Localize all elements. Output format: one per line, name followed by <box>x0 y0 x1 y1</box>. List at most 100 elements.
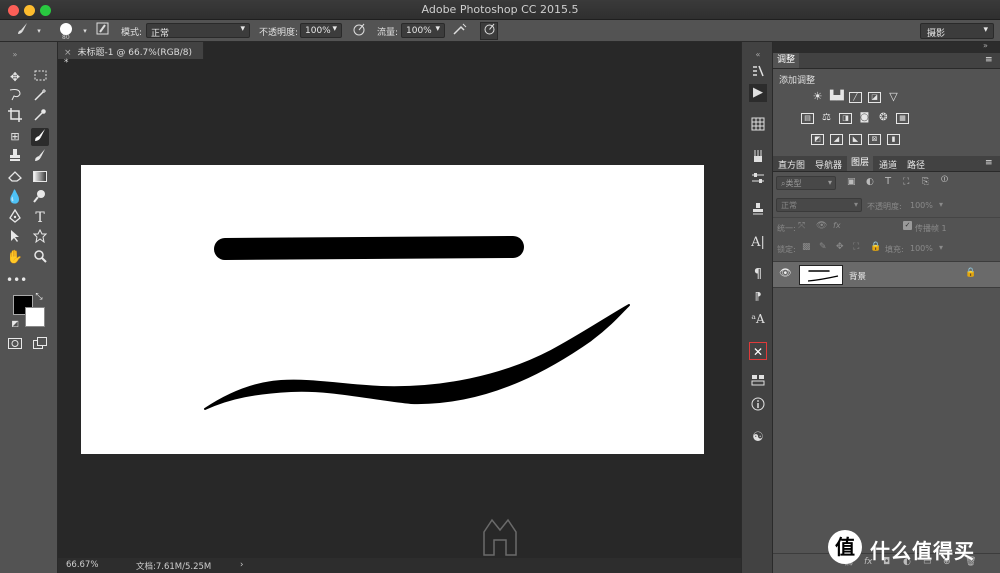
airbrush-icon[interactable] <box>451 22 469 40</box>
unify-position-icon[interactable]: ⤧ <box>798 221 805 231</box>
invert-icon[interactable]: ◩ <box>811 134 824 145</box>
selective-color-icon[interactable]: ⊠ <box>868 134 881 145</box>
swap-colors-icon[interactable]: ⤡ <box>34 292 44 302</box>
dodge-tool-icon[interactable] <box>31 189 49 207</box>
lock-transparent-icon[interactable]: ▩ <box>802 242 811 252</box>
hue-saturation-icon[interactable]: ▤ <box>801 113 814 124</box>
brightness-contrast-icon[interactable]: ☀ <box>811 91 824 103</box>
grid-panel-icon[interactable] <box>749 117 767 135</box>
threshold-icon[interactable]: ◣ <box>849 134 862 145</box>
crop-tool-icon[interactable] <box>6 108 24 126</box>
close-tab-icon[interactable]: × <box>64 48 72 58</box>
brushes-panel-icon[interactable] <box>749 149 767 167</box>
screen-mode-icon[interactable] <box>31 336 49 354</box>
mode-select[interactable]: 正常 ▾ <box>146 23 250 39</box>
background-color-swatch[interactable] <box>25 307 45 327</box>
properties-panel-icon[interactable] <box>749 373 767 391</box>
more-tools-icon[interactable]: ••• <box>6 271 27 289</box>
chevron-down-icon[interactable]: ▾ <box>30 22 48 40</box>
workspace-select[interactable]: 摄影 ▾ <box>920 23 994 39</box>
tab-navigator[interactable]: 导航器 <box>815 158 842 171</box>
marquee-tool-icon[interactable] <box>31 68 49 86</box>
pen-tool-icon[interactable] <box>6 208 24 227</box>
paragraph-panel-icon[interactable]: ¶ <box>749 266 767 284</box>
magic-wand-tool-icon[interactable] <box>31 88 49 106</box>
color-lookup-icon[interactable]: ▦ <box>896 113 909 124</box>
custom-shape-tool-icon[interactable] <box>31 228 49 247</box>
filter-type-icon[interactable]: T <box>885 176 891 187</box>
filter-toggle-icon[interactable]: ⏼ <box>941 175 948 185</box>
flow-input[interactable]: 100% ▾ <box>401 23 445 38</box>
healing-brush-tool-icon[interactable]: ⊞ <box>6 128 24 146</box>
info-panel-icon[interactable] <box>749 397 767 415</box>
blend-mode-select[interactable]: 正常 ▾ <box>776 198 862 212</box>
chevron-down-icon[interactable]: ▾ <box>939 200 943 209</box>
color-balance-icon[interactable]: ⚖ <box>820 113 833 124</box>
tab-histogram[interactable]: 直方图 <box>778 158 805 171</box>
history-panel-icon[interactable] <box>749 64 767 82</box>
tab-paths[interactable]: 路径 <box>907 158 925 171</box>
move-tool-icon[interactable]: ✥ <box>6 68 24 86</box>
eye-visibility-icon[interactable]: 👁 <box>779 268 792 279</box>
gradient-tool-icon[interactable] <box>31 169 49 187</box>
gradient-map-icon[interactable]: ▮ <box>887 134 900 145</box>
layer-opacity-value[interactable]: 100% <box>910 201 933 210</box>
propagate-checkbox[interactable]: ✓ <box>903 221 912 230</box>
history-brush-tool-icon[interactable] <box>31 148 49 166</box>
filter-pixel-icon[interactable]: ▣ <box>847 177 856 187</box>
tab-layers[interactable]: 图层 <box>847 156 874 171</box>
collapse-panels-icon[interactable]: » <box>983 41 988 50</box>
black-white-icon[interactable]: ◨ <box>839 113 852 124</box>
unify-style-icon[interactable]: fx <box>833 221 841 230</box>
character-panel-icon[interactable]: A| <box>749 234 767 252</box>
curves-icon[interactable]: ╱ <box>849 92 862 103</box>
paragraph-styles-icon[interactable]: ⁋ <box>749 288 767 306</box>
collapse-toolbox-icon[interactable]: » <box>6 46 24 64</box>
layer-row[interactable]: 👁 背景 🔒 <box>773 261 1000 288</box>
eraser-tool-icon[interactable] <box>6 169 24 187</box>
filter-shape-icon[interactable]: ⛶ <box>903 177 909 187</box>
clone-stamp-tool-icon[interactable] <box>6 148 24 166</box>
default-colors-icon[interactable]: ◩ <box>10 319 20 329</box>
chevron-down-icon[interactable]: ▾ <box>76 22 94 40</box>
chevron-down-icon[interactable]: ▾ <box>939 243 943 252</box>
filter-adjustment-icon[interactable]: ◐ <box>866 177 874 187</box>
blur-tool-icon[interactable]: 💧 <box>6 189 24 207</box>
hand-tool-icon[interactable]: ✋ <box>6 249 24 267</box>
actions-panel-icon[interactable]: ▶ <box>749 84 767 102</box>
vibrance-icon[interactable]: ▽ <box>887 91 900 103</box>
quick-mask-icon[interactable] <box>6 336 24 354</box>
zoom-tool-icon[interactable] <box>31 249 49 267</box>
brush-tool-icon[interactable] <box>31 128 49 146</box>
exposure-icon[interactable]: ◪ <box>868 92 881 103</box>
brush-panel-toggle-icon[interactable] <box>93 22 111 40</box>
type-tool-icon[interactable]: T <box>31 209 49 227</box>
panel-menu-icon[interactable]: ≡ <box>985 158 993 168</box>
document-tab[interactable]: × 未标题-1 @ 66.7%(RGB/8) * <box>58 42 204 68</box>
layer-filter-select[interactable]: ⌕类型 ▾ <box>776 176 836 190</box>
zoom-level[interactable]: 66.67% <box>66 560 98 570</box>
lock-position-icon[interactable]: ✥ <box>836 242 844 252</box>
lasso-tool-icon[interactable] <box>6 88 24 106</box>
channel-mixer-icon[interactable]: ❂ <box>877 113 890 124</box>
lock-artboard-icon[interactable]: ⛶ <box>853 242 859 252</box>
panel-menu-icon[interactable]: ≡ <box>985 55 993 65</box>
collapse-dock-icon[interactable]: « <box>749 46 767 64</box>
eyedropper-tool-icon[interactable] <box>31 108 49 126</box>
clone-source-icon[interactable] <box>749 202 767 220</box>
tool-presets-icon[interactable]: ✕ <box>749 342 767 360</box>
posterize-icon[interactable]: ◢ <box>830 134 843 145</box>
pressure-size-icon[interactable] <box>480 22 498 40</box>
document-canvas[interactable] <box>81 165 704 454</box>
opacity-input[interactable]: 100% ▾ <box>300 23 342 38</box>
unify-visibility-icon[interactable]: 👁 <box>816 221 827 231</box>
character-styles-icon[interactable]: ᵃA <box>749 310 767 328</box>
tab-adjustments[interactable]: 调整 <box>773 53 800 68</box>
color-panel-icon[interactable]: ☯ <box>749 429 767 447</box>
status-menu-arrow[interactable]: › <box>240 560 243 570</box>
filter-smart-object-icon[interactable]: ⎘ <box>922 177 929 187</box>
lock-pixels-icon[interactable]: ✎ <box>819 242 827 252</box>
photo-filter-icon[interactable]: ◙ <box>858 113 871 124</box>
tab-channels[interactable]: 通道 <box>879 158 897 171</box>
pressure-opacity-icon[interactable] <box>350 22 368 40</box>
